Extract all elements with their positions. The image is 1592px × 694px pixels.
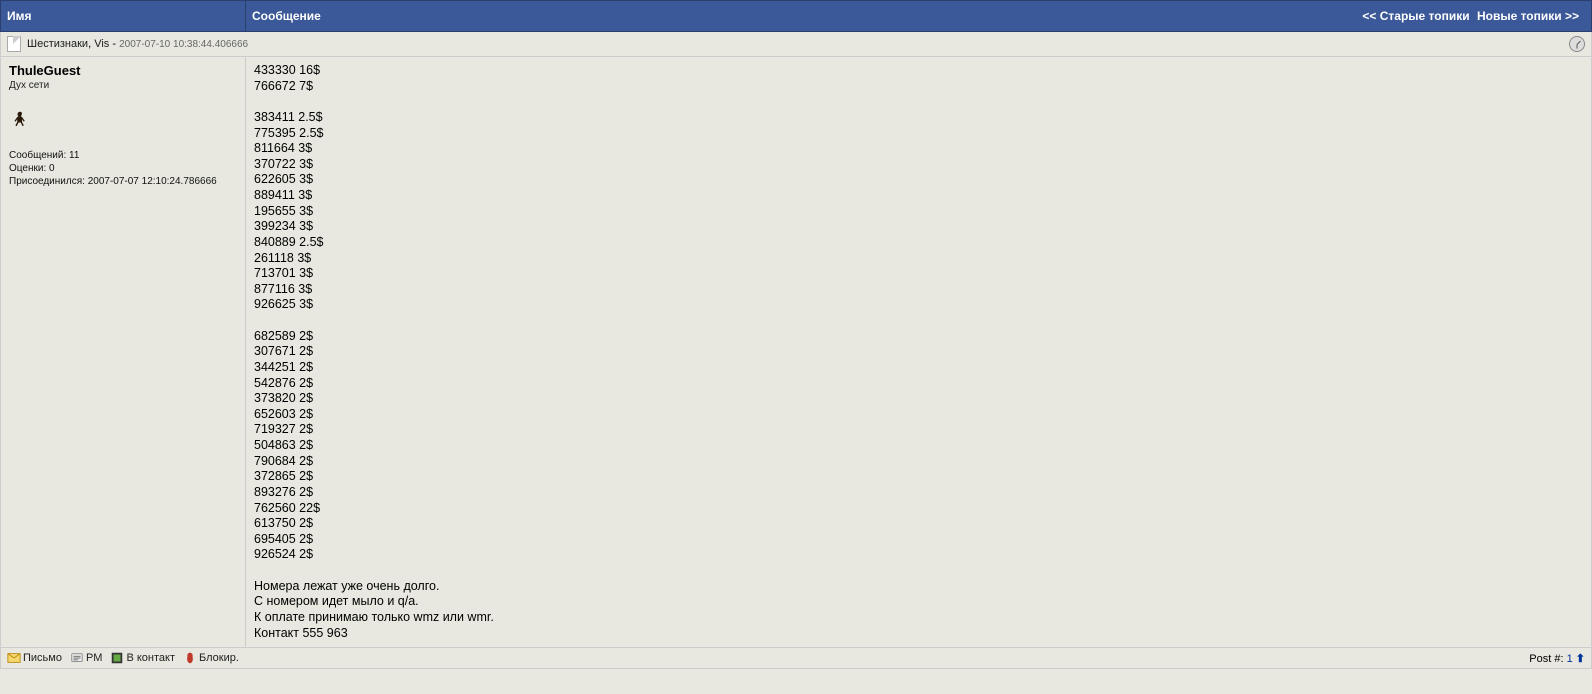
post-number-label: Post #:: [1529, 653, 1563, 665]
col-header-message-text: Сообщение: [252, 9, 321, 23]
older-topics-link[interactable]: << Старые топики: [1362, 9, 1469, 23]
joined-date: 2007-07-07 12:10:24.786666: [88, 176, 217, 187]
ratings-count: 0: [49, 163, 55, 174]
mail-button[interactable]: Письмо: [7, 651, 62, 665]
col-header-message: Сообщение << Старые топики Новые топики …: [246, 1, 1592, 32]
mail-icon: [7, 651, 21, 665]
block-label: Блокир.: [199, 652, 239, 664]
newer-topics-link[interactable]: Новые топики >>: [1477, 9, 1579, 23]
pm-icon: [70, 651, 84, 665]
topic-title[interactable]: Шестизнаки: [27, 38, 88, 50]
avatar-icon: [9, 109, 31, 131]
ratings-label: Оценки:: [9, 163, 46, 174]
post-number-link[interactable]: 1: [1567, 653, 1573, 665]
pm-button[interactable]: PM: [70, 651, 103, 665]
contact-button[interactable]: В контакт: [110, 651, 175, 665]
topic-date: 2007-07-10 10:38:44.406666: [119, 39, 248, 50]
topic-author[interactable]: Vis: [94, 38, 109, 50]
user-title: Дух сети: [9, 80, 237, 91]
page-icon: [7, 36, 21, 52]
posts-count: 11: [69, 150, 79, 161]
user-info-cell: ThuleGuest Дух сети Сообщений: 11 Оценки…: [1, 57, 246, 648]
col-header-name: Имя: [1, 1, 246, 32]
posts-label: Сообщений:: [9, 150, 66, 161]
username[interactable]: ThuleGuest: [9, 63, 237, 78]
block-button[interactable]: Блокир.: [183, 651, 239, 665]
mail-label: Письмо: [23, 652, 62, 664]
message-body: 433330 16$ 766672 7$ 383411 2.5$ 775395 …: [246, 57, 1592, 648]
pm-label: PM: [86, 652, 103, 664]
contact-label: В контакт: [126, 652, 175, 664]
clock-icon[interactable]: [1569, 36, 1585, 52]
contact-icon: [110, 651, 124, 665]
scroll-top-icon[interactable]: ⬆: [1576, 653, 1585, 665]
block-icon: [183, 651, 197, 665]
joined-label: Присоединился:: [9, 176, 85, 187]
